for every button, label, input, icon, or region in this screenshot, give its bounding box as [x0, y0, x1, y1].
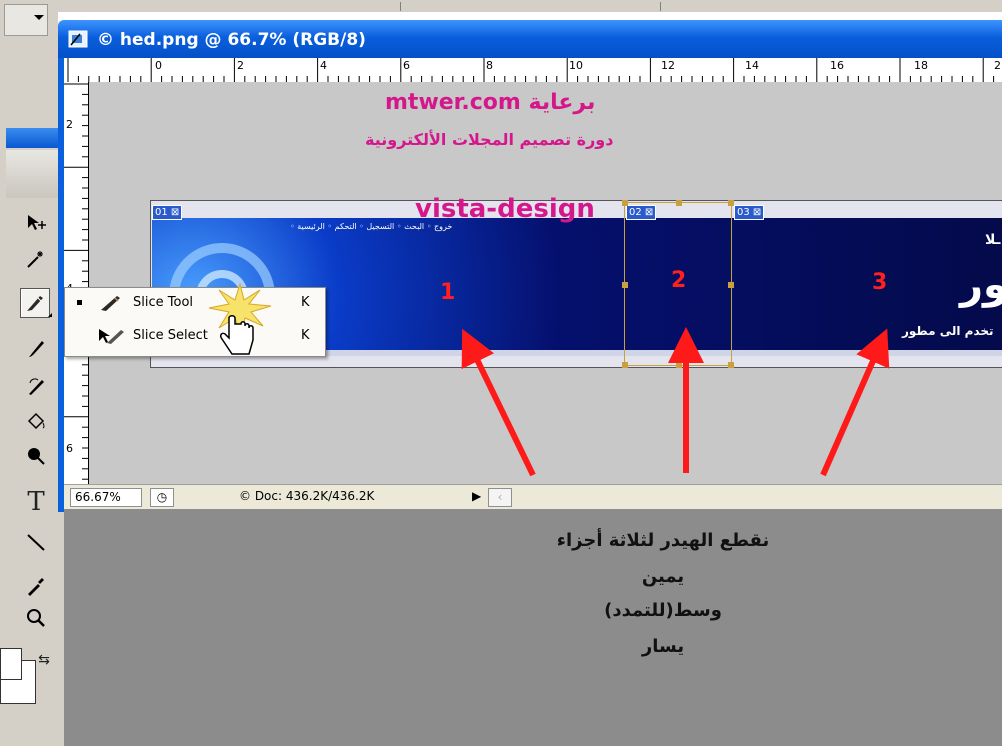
menu-item-slice-select[interactable]: Slice Select K: [65, 324, 325, 348]
status-bar: 66.67% ◷ © Doc: 436.2K/436.2K ▶ ‹: [64, 484, 1002, 509]
slice-select-icon: [99, 329, 124, 344]
menu-item-label: Slice Select: [133, 328, 208, 343]
arrow-to-slice-1: [461, 328, 536, 477]
slice-tool-icon: [101, 296, 120, 311]
menu-item-slice-tool[interactable]: Slice Tool K: [65, 291, 325, 315]
arrow-to-slice-3: [820, 328, 890, 477]
selected-bullet-icon: [77, 300, 82, 305]
status-menu-icon[interactable]: ◷: [150, 488, 174, 507]
menu-item-shortcut: K: [301, 295, 310, 310]
status-arrow-icon[interactable]: ▶: [472, 489, 481, 503]
hand-cursor-icon: [208, 282, 272, 355]
note-line-4: يسار: [641, 636, 685, 657]
menu-item-shortcut: K: [301, 328, 310, 343]
scroll-left-icon[interactable]: ‹: [488, 488, 512, 507]
zoom-field[interactable]: 66.67%: [70, 488, 142, 507]
note-line-2: يمين: [641, 566, 685, 587]
slice-tool-flyout: Slice Tool K Slice Select K: [64, 287, 326, 357]
doc-size: © Doc: 436.2K/436.2K: [239, 489, 375, 503]
note-line-1: نقطع الهيدر لثلاثة أجزاء: [556, 530, 770, 551]
menu-item-label: Slice Tool: [133, 295, 194, 310]
note-line-3: وسط(للتمدد): [604, 600, 722, 621]
